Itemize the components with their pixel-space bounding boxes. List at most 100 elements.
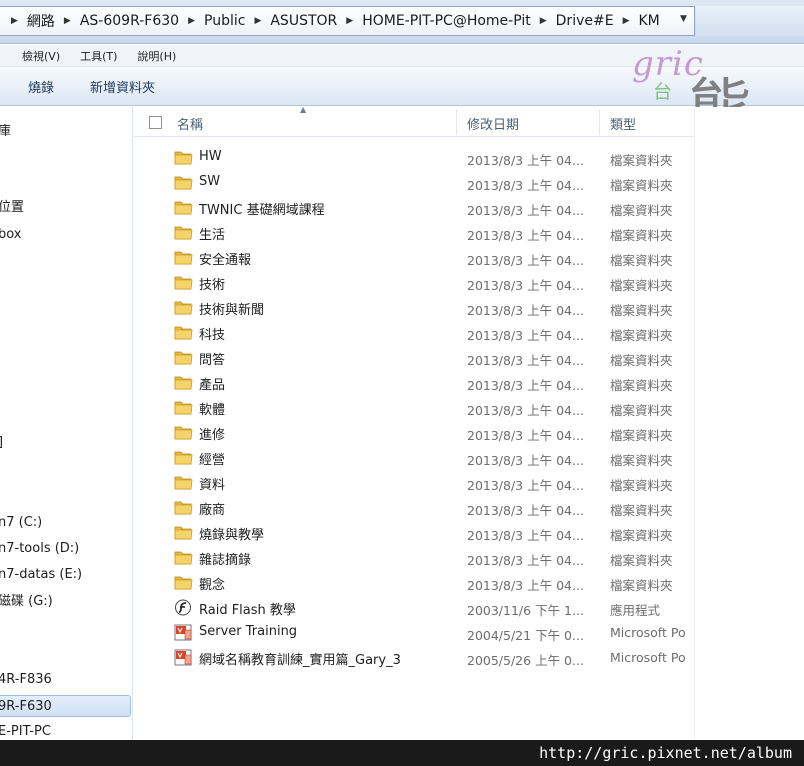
file-name: 雜誌摘錄 xyxy=(199,553,252,568)
file-row[interactable]: 資料 2013/8/3 上午 04... 檔案資料夾 xyxy=(134,470,694,495)
breadcrumb-item[interactable]: AS-609R-F630 xyxy=(80,13,179,29)
folder-icon xyxy=(174,349,193,366)
file-type: 檔案資料夾 xyxy=(610,503,673,518)
breadcrumb-item[interactable]: Drive#E xyxy=(556,13,614,29)
file-name: 廠商 xyxy=(199,503,226,518)
file-modified-date: 2013/8/3 上午 04... xyxy=(467,178,584,193)
file-modified-date: 2013/8/3 上午 04... xyxy=(467,353,584,368)
file-row[interactable]: 雜誌摘錄 2013/8/3 上午 04... 檔案資料夾 xyxy=(134,545,694,570)
file-type: 檔案資料夾 xyxy=(610,378,673,393)
file-row[interactable]: 網域名稱教育訓練_實用篇_Gary_3 2005/5/26 上午 0... Micr… xyxy=(134,645,694,670)
file-modified-date: 2013/8/3 上午 04... xyxy=(467,203,584,218)
file-name: Raid Flash 教學 xyxy=(199,603,296,618)
file-row[interactable]: HW 2013/8/3 上午 04... 檔案資料夾 xyxy=(134,145,694,170)
file-name: 資料 xyxy=(199,478,226,493)
file-type: 檔案資料夾 xyxy=(610,578,673,593)
file-row[interactable]: SW 2013/8/3 上午 04... 檔案資料夾 xyxy=(134,170,694,195)
nav-item[interactable]: 4R-F836 xyxy=(0,669,131,691)
breadcrumb-separator-icon[interactable]: ▶ xyxy=(540,16,547,26)
folder-icon xyxy=(174,449,193,466)
file-row[interactable]: 技術與新聞 2013/8/3 上午 04... 檔案資料夾 xyxy=(134,295,694,320)
file-name: TWNIC 基礎網域課程 xyxy=(199,203,325,218)
breadcrumb-item[interactable]: HOME-PIT-PC@Home-Pit xyxy=(362,13,531,29)
breadcrumb-item[interactable]: KM xyxy=(638,13,659,29)
nav-item[interactable]: 庫 xyxy=(0,121,131,143)
file-name: 進修 xyxy=(199,428,226,443)
breadcrumb-separator-icon[interactable]: ▶ xyxy=(623,16,630,26)
file-name: 生活 xyxy=(199,228,226,243)
nav-item[interactable]: n7-datas (E:) xyxy=(0,564,131,586)
file-modified-date: 2013/8/3 上午 04... xyxy=(467,153,584,168)
menu-tools[interactable]: 工具(T) xyxy=(80,48,117,64)
breadcrumb-separator-icon[interactable]: ▶ xyxy=(188,16,195,26)
breadcrumb-item[interactable]: 網路 xyxy=(27,11,55,31)
menu-help[interactable]: 說明(H) xyxy=(137,48,176,64)
file-row[interactable]: 燒錄與教學 2013/8/3 上午 04... 檔案資料夾 xyxy=(134,520,694,545)
new-folder-button[interactable]: 新增資料夾 xyxy=(90,77,155,96)
breadcrumb-separator-icon[interactable]: ▶ xyxy=(11,16,18,26)
nav-item-label: n7-tools (D:) xyxy=(0,541,80,556)
file-row[interactable]: 生活 2013/8/3 上午 04... 檔案資料夾 xyxy=(134,220,694,245)
file-row[interactable]: 進修 2013/8/3 上午 04... 檔案資料夾 xyxy=(134,420,694,445)
file-row[interactable]: 安全通報 2013/8/3 上午 04... 檔案資料夾 xyxy=(134,245,694,270)
file-type: 檔案資料夾 xyxy=(610,553,673,568)
file-modified-date: 2013/8/3 上午 04... xyxy=(467,528,584,543)
file-row[interactable]: 問答 2013/8/3 上午 04... 檔案資料夾 xyxy=(134,345,694,370)
nav-item[interactable]: E-PIT-PC xyxy=(0,721,131,740)
nav-item[interactable]: ] xyxy=(0,432,131,454)
breadcrumb-item[interactable]: ASUSTOR xyxy=(270,13,337,29)
nav-item[interactable]: 9R-F630 xyxy=(0,695,131,717)
burn-button[interactable]: 燒錄 xyxy=(28,77,54,96)
folder-icon xyxy=(174,324,193,341)
file-modified-date: 2013/8/3 上午 04... xyxy=(467,303,584,318)
file-row[interactable]: 經營 2013/8/3 上午 04... 檔案資料夾 xyxy=(134,445,694,470)
nav-item[interactable]: n7-tools (D:) xyxy=(0,538,131,560)
file-modified-date: 2013/8/3 上午 04... xyxy=(467,228,584,243)
file-modified-date: 2013/8/3 上午 04... xyxy=(467,278,584,293)
nav-item-label: 位置 xyxy=(0,200,25,215)
column-date[interactable]: 修改日期 xyxy=(467,114,519,133)
file-name: HW xyxy=(199,149,222,164)
file-row[interactable]: 技術 2013/8/3 上午 04... 檔案資料夾 xyxy=(134,270,694,295)
file-name: 科技 xyxy=(199,328,226,343)
breadcrumb-separator-icon[interactable]: ▶ xyxy=(254,16,261,26)
file-modified-date: 2013/8/3 上午 04... xyxy=(467,403,584,418)
file-modified-date: 2013/8/3 上午 04... xyxy=(467,503,584,518)
menu-view[interactable]: 檢視(V) xyxy=(22,48,60,64)
file-row[interactable]: 產品 2013/8/3 上午 04... 檔案資料夾 xyxy=(134,370,694,395)
file-row[interactable]: 廠商 2013/8/3 上午 04... 檔案資料夾 xyxy=(134,495,694,520)
nav-item[interactable]: 磁碟 (G:) xyxy=(0,591,131,613)
breadcrumb-item[interactable]: Public xyxy=(204,13,245,29)
nav-item[interactable]: n7 (C:) xyxy=(0,512,131,534)
file-type: 檔案資料夾 xyxy=(610,428,673,443)
folder-icon xyxy=(174,199,193,216)
file-row[interactable]: 軟體 2013/8/3 上午 04... 檔案資料夾 xyxy=(134,395,694,420)
nav-item[interactable]: box xyxy=(0,224,131,246)
file-row[interactable]: Server Training 2004/5/21 下午 0... Microsof… xyxy=(134,620,694,645)
breadcrumb[interactable]: ▶ 網路 ▶ AS-609R-F630 ▶ Public ▶ ASUSTOR ▶ HOME-PIT… xyxy=(0,6,695,36)
column-name[interactable]: 名稱 xyxy=(177,114,203,133)
folder-icon xyxy=(174,224,193,241)
nav-item-label: n7 (C:) xyxy=(0,515,43,530)
folder-icon xyxy=(174,299,193,316)
file-name: 燒錄與教學 xyxy=(199,528,265,543)
breadcrumb-separator-icon[interactable]: ▶ xyxy=(64,16,71,26)
file-row[interactable]: 觀念 2013/8/3 上午 04... 檔案資料夾 xyxy=(134,570,694,595)
nav-item-label: E-PIT-PC xyxy=(0,724,51,739)
file-name: SW xyxy=(199,174,221,189)
file-row[interactable]: TWNIC 基礎網域課程 2013/8/3 上午 04... 檔案資料夾 xyxy=(134,195,694,220)
file-row[interactable]: 科技 2013/8/3 上午 04... 檔案資料夾 xyxy=(134,320,694,345)
column-type[interactable]: 類型 xyxy=(610,114,636,133)
folder-icon xyxy=(174,249,193,266)
file-modified-date: 2004/5/21 下午 0... xyxy=(467,628,584,643)
file-modified-date: 2013/8/3 上午 04... xyxy=(467,253,584,268)
select-all-checkbox[interactable] xyxy=(149,116,162,129)
address-dropdown-icon[interactable]: ▼ xyxy=(680,14,687,24)
nav-item[interactable]: 位置 xyxy=(0,197,131,219)
column-divider[interactable] xyxy=(456,109,457,135)
file-row[interactable]: Raid Flash 教學 2003/11/6 下午 1... 應用程式 xyxy=(134,595,694,620)
navigation-pane[interactable]: 庫位置 box] n7 (C:) n7-tools (D:) n7-datas (E:)… xyxy=(0,107,133,740)
breadcrumb-separator-icon[interactable]: ▶ xyxy=(346,16,353,26)
file-modified-date: 2013/8/3 上午 04... xyxy=(467,453,584,468)
column-divider[interactable] xyxy=(599,109,600,135)
